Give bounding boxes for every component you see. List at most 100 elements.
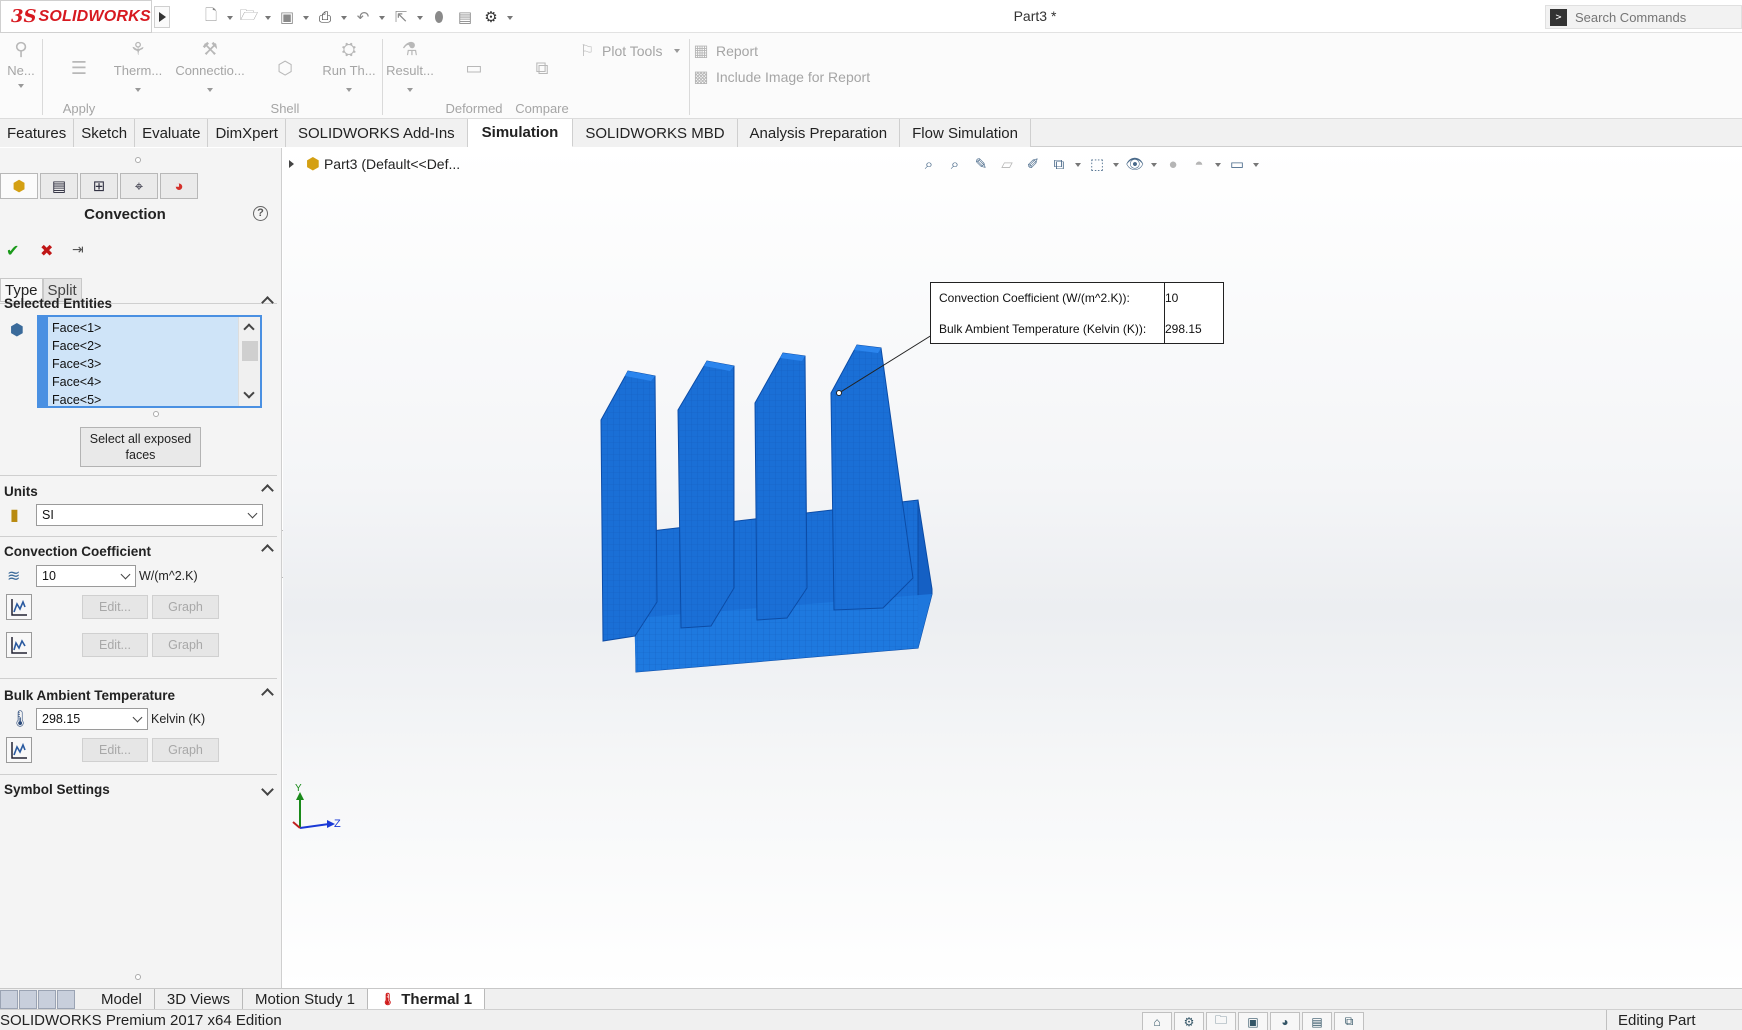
forum-icon[interactable]: ⧉ xyxy=(1334,1012,1364,1030)
propertymanager-tab[interactable]: ▤ xyxy=(40,173,78,199)
component-icon[interactable]: ⚙ xyxy=(1174,1012,1204,1030)
tab-evaluate[interactable]: Evaluate xyxy=(135,119,209,147)
search-commands-input[interactable] xyxy=(1575,9,1735,25)
units-select[interactable]: SI xyxy=(36,504,263,526)
heat-sink-fin-4[interactable] xyxy=(830,344,914,611)
ok-checkmark-icon[interactable]: ✔ xyxy=(6,241,19,261)
panel-bottom-grip[interactable] xyxy=(135,974,141,980)
convection-time-edit-button[interactable]: Edit... xyxy=(82,595,148,619)
panel-splitter-grip[interactable] xyxy=(135,157,141,163)
convection-coefficient-collapse-icon[interactable] xyxy=(262,543,272,551)
bulk-temperature-input[interactable]: 298.15 xyxy=(36,708,148,730)
appearance-icon[interactable]: ◕ xyxy=(1270,1012,1300,1030)
tab-analysis-preparation[interactable]: Analysis Preparation xyxy=(737,119,901,147)
print-icon[interactable]: ⎙ xyxy=(314,7,336,27)
tab-dimxpert[interactable]: DimXpert xyxy=(208,119,286,147)
new-document-icon[interactable]: 🗋 xyxy=(200,7,222,27)
list-item[interactable]: Face<5> xyxy=(52,391,101,409)
units-collapse-icon[interactable] xyxy=(262,483,272,491)
scroll-up-icon[interactable] xyxy=(243,323,255,335)
time-curve-button[interactable] xyxy=(6,594,32,620)
tab-sketch[interactable]: Sketch xyxy=(74,119,136,147)
save-icon[interactable]: ▣ xyxy=(276,7,298,27)
solidworks-logo[interactable]: 3S SOLIDWORKS xyxy=(0,0,152,33)
heat-sink-fin-1[interactable] xyxy=(600,370,658,642)
scroll-down-icon[interactable] xyxy=(243,387,255,399)
convection-time-graph-button[interactable]: Graph xyxy=(152,595,219,619)
tab-model[interactable]: Model xyxy=(89,988,155,1010)
home-icon[interactable]: ⌂ xyxy=(1142,1012,1172,1030)
bulk-temp-graph-button[interactable]: Graph xyxy=(152,738,219,762)
temperature-time-curve-button[interactable] xyxy=(6,737,32,763)
symbol-settings-expand-icon[interactable] xyxy=(262,787,272,795)
convection-callout[interactable]: Convection Coefficient (W/(m^2.K)): 10 B… xyxy=(930,282,1224,344)
tab-simulation[interactable]: Simulation xyxy=(467,119,574,147)
list-item[interactable]: Face<2> xyxy=(52,337,101,355)
bulk-temp-edit-button[interactable]: Edit... xyxy=(82,738,148,762)
heat-sink-model[interactable]: Y Z xyxy=(283,148,1742,988)
dimxpertmanager-tab[interactable]: ⌖ xyxy=(120,173,158,199)
new-document-caret[interactable] xyxy=(226,7,234,27)
library-icon[interactable]: ▣ xyxy=(1238,1012,1268,1030)
tab-features[interactable]: Features xyxy=(0,119,75,147)
list-item[interactable]: Face<1> xyxy=(52,319,101,337)
thermal-loads-button[interactable]: ⚘ Therm... xyxy=(110,39,166,92)
pushpin-icon[interactable]: ⇥ xyxy=(72,241,84,258)
convection-temp-graph-button[interactable]: Graph xyxy=(152,633,219,657)
properties-icon[interactable]: ▤ xyxy=(1302,1012,1332,1030)
tab-thermal-1[interactable]: 🌡 Thermal 1 xyxy=(368,988,486,1010)
featuremanager-tab[interactable]: ⬢ xyxy=(0,173,38,199)
next-tab-nav-icon[interactable] xyxy=(38,989,56,1009)
tab-3d-views[interactable]: 3D Views xyxy=(155,988,243,1010)
heat-sink-fin-3[interactable] xyxy=(754,352,808,621)
scroll-thumb[interactable] xyxy=(242,341,258,361)
undo-caret[interactable] xyxy=(378,7,386,27)
list-item[interactable]: Face<4> xyxy=(52,373,101,391)
heat-sink-fin-2[interactable] xyxy=(677,360,735,629)
configurationmanager-tab[interactable]: ⊞ xyxy=(80,173,118,199)
select-caret[interactable] xyxy=(416,7,424,27)
temperature-curve-button[interactable] xyxy=(6,632,32,658)
selected-entities-collapse-icon[interactable] xyxy=(262,295,272,303)
print-caret[interactable] xyxy=(340,7,348,27)
previous-tab-nav-icon[interactable] xyxy=(19,989,37,1009)
graphics-area[interactable]: ⬢ Part3 (Default<<Def... ⌕ ⌕ ✎ ▱ ✐ ⧉ ⬚ 👁… xyxy=(283,148,1742,988)
rebuild-icon[interactable]: ⬮ xyxy=(428,7,450,27)
new-study-button[interactable]: ⚲ Ne... xyxy=(6,39,36,88)
faces-list-scrollbar[interactable] xyxy=(238,317,260,406)
select-pointer-icon[interactable]: ⇱ xyxy=(390,7,412,27)
cancel-x-icon[interactable]: ✖ xyxy=(40,241,53,261)
deformed-result-icon: ▭ xyxy=(465,58,483,78)
results-advisor-button[interactable]: ⚗ Result... xyxy=(386,39,434,92)
displaymanager-tab[interactable]: ◕ xyxy=(160,173,198,199)
undo-icon[interactable]: ↶ xyxy=(352,7,374,27)
first-tab-nav-icon[interactable] xyxy=(0,989,18,1009)
help-icon[interactable]: ? xyxy=(253,206,268,221)
convection-temp-edit-button[interactable]: Edit... xyxy=(82,633,148,657)
tab-motion-study-1[interactable]: Motion Study 1 xyxy=(243,988,369,1010)
bulk-temperature-collapse-icon[interactable] xyxy=(262,687,272,695)
open-caret[interactable] xyxy=(264,7,272,27)
list-item[interactable]: Face<3> xyxy=(52,355,101,373)
open-folder-icon[interactable]: 🗁 xyxy=(238,7,260,27)
save-caret[interactable] xyxy=(302,7,310,27)
tab-mbd[interactable]: SOLIDWORKS MBD xyxy=(573,119,738,147)
tab-flow-simulation[interactable]: Flow Simulation xyxy=(900,119,1031,147)
options-caret[interactable] xyxy=(506,7,514,27)
run-study-button[interactable]: ⛭ Run Th... xyxy=(320,39,378,92)
listbox-resize-grip[interactable] xyxy=(153,411,159,417)
folder-icon[interactable]: 🗀 xyxy=(1206,1012,1236,1030)
select-all-exposed-faces-button[interactable]: Select all exposed faces xyxy=(80,427,201,467)
tab-addins[interactable]: SOLIDWORKS Add-Ins xyxy=(285,119,468,147)
search-commands-box[interactable]: > xyxy=(1545,5,1742,29)
include-image-button[interactable]: ▩ Include Image for Report xyxy=(692,67,870,87)
convection-coefficient-input[interactable]: 10 xyxy=(36,565,136,587)
connections-button[interactable]: ⚒ Connectio... xyxy=(172,39,248,92)
callout-target-point xyxy=(836,390,842,396)
file-properties-icon[interactable]: ▤ xyxy=(454,7,476,27)
plot-tools-button[interactable]: ⚐ Plot Tools xyxy=(578,41,681,61)
menu-flyout-arrow[interactable] xyxy=(154,6,170,28)
report-button[interactable]: ▦ Report xyxy=(692,41,758,61)
options-gear-icon[interactable]: ⚙ xyxy=(480,7,502,27)
last-tab-nav-icon[interactable] xyxy=(57,989,75,1009)
